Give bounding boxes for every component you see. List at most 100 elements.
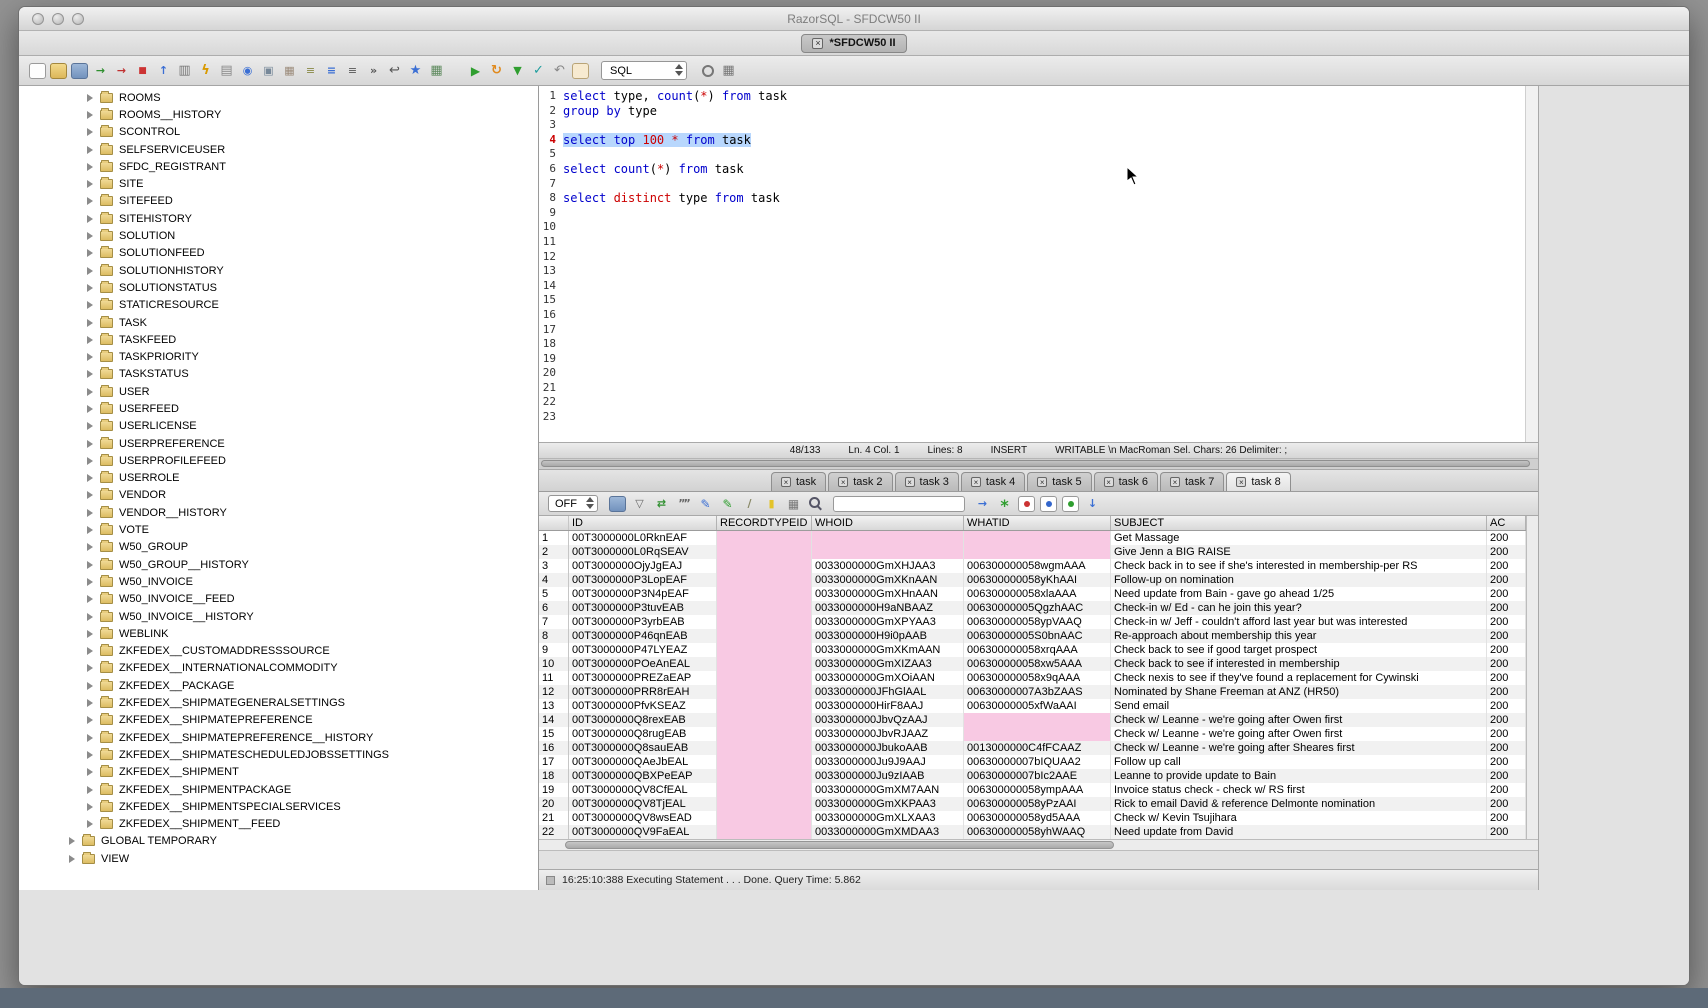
editor-line[interactable]: 12 bbox=[539, 250, 1525, 265]
align-icon[interactable] bbox=[344, 63, 361, 79]
tree-item[interactable]: STATICRESOURCE bbox=[19, 297, 538, 314]
disclosure-triangle-icon[interactable] bbox=[87, 803, 93, 811]
table-row[interactable]: 900T3000000P47LYEAZ0033000000GmXKmAAN006… bbox=[539, 643, 1526, 657]
disclosure-triangle-icon[interactable] bbox=[87, 284, 93, 292]
disclosure-triangle-icon[interactable] bbox=[87, 682, 93, 690]
table-cell[interactable]: Leanne to provide update to Bain bbox=[1111, 769, 1487, 783]
editor-line[interactable]: 14 bbox=[539, 279, 1525, 294]
disclosure-triangle-icon[interactable] bbox=[87, 543, 93, 551]
asterisk-green-icon[interactable] bbox=[996, 496, 1013, 512]
table-cell[interactable] bbox=[717, 713, 812, 727]
editor-line[interactable]: 2group by type bbox=[539, 104, 1525, 119]
save2-icon[interactable] bbox=[609, 496, 626, 512]
editor-line[interactable]: 7 bbox=[539, 177, 1525, 192]
table-cell[interactable]: 006300000058ympAAA bbox=[964, 783, 1111, 797]
disclosure-triangle-icon[interactable] bbox=[87, 768, 93, 776]
table-cell[interactable]: 006300000058yhWAAQ bbox=[964, 825, 1111, 839]
disclosure-triangle-icon[interactable] bbox=[87, 734, 93, 742]
go-arrow-icon[interactable] bbox=[974, 496, 991, 512]
disclosure-triangle-icon[interactable] bbox=[87, 457, 93, 465]
edit-grid-icon[interactable] bbox=[428, 63, 445, 79]
table-cell[interactable]: Check w/ Leanne - we're going after Owen… bbox=[1111, 713, 1487, 727]
table-cell[interactable] bbox=[717, 825, 812, 839]
table-cell[interactable] bbox=[717, 587, 812, 601]
tree-item[interactable]: ZKFEDEX__SHIPMATEPREFERENCE bbox=[19, 712, 538, 729]
table-cell[interactable]: 006300000058xw5AAA bbox=[964, 657, 1111, 671]
results-vertical-scrollbar[interactable] bbox=[1526, 516, 1538, 839]
disclosure-triangle-icon[interactable] bbox=[87, 163, 93, 171]
tree-item[interactable]: W50_INVOICE bbox=[19, 573, 538, 590]
editor-horizontal-scrollbar[interactable] bbox=[539, 459, 1538, 470]
table-row[interactable]: 1300T3000000PfvKSEAZ0033000000HirF8AAJ00… bbox=[539, 699, 1526, 713]
editor-line[interactable]: 8select distinct type from task bbox=[539, 191, 1525, 206]
table-cell[interactable]: Follow-up on nomination bbox=[1111, 573, 1487, 587]
disclosure-triangle-icon[interactable] bbox=[87, 249, 93, 257]
table-cell[interactable]: 00630000007bIQUAA2 bbox=[964, 755, 1111, 769]
editor-line[interactable]: 20 bbox=[539, 366, 1525, 381]
import-icon[interactable] bbox=[92, 63, 109, 79]
tree-item[interactable]: VIEW bbox=[19, 850, 538, 867]
tree-item[interactable]: SOLUTIONHISTORY bbox=[19, 262, 538, 279]
tree-item[interactable]: TASKSTATUS bbox=[19, 366, 538, 383]
table-cell[interactable]: 200 bbox=[1487, 545, 1526, 559]
tree-item[interactable]: ZKFEDEX__PACKAGE bbox=[19, 677, 538, 694]
table-cell[interactable]: 0033000000GmXHnAAN bbox=[812, 587, 964, 601]
disclosure-triangle-icon[interactable] bbox=[87, 595, 93, 603]
editor-line[interactable]: 15 bbox=[539, 293, 1525, 308]
table-cell[interactable]: 0033000000Ju9J9AAJ bbox=[812, 755, 964, 769]
table-cell[interactable]: 0033000000H9aNBAAZ bbox=[812, 601, 964, 615]
tree-item[interactable]: SITEFEED bbox=[19, 193, 538, 210]
tree-item[interactable]: TASKPRIORITY bbox=[19, 348, 538, 365]
table-cell[interactable] bbox=[717, 769, 812, 783]
editor-line[interactable]: 16 bbox=[539, 308, 1525, 323]
table-cell[interactable]: 00630000007A3bZAAS bbox=[964, 685, 1111, 699]
execute-lightning-icon[interactable] bbox=[197, 63, 214, 79]
table-cell[interactable] bbox=[717, 573, 812, 587]
results-search-input[interactable] bbox=[833, 496, 965, 512]
table-cell[interactable]: 00T3000000QV8TjEAL bbox=[569, 797, 717, 811]
tree-item[interactable]: USERROLE bbox=[19, 470, 538, 487]
table-row[interactable]: 1400T3000000Q8rexEAB0033000000JbvQzAAJCh… bbox=[539, 713, 1526, 727]
table-row[interactable]: 1000T3000000POeAnEAL0033000000GmXIZAA300… bbox=[539, 657, 1526, 671]
table-cell[interactable]: Check-in w/ Jeff - couldn't afford last … bbox=[1111, 615, 1487, 629]
table-cell[interactable]: 200 bbox=[1487, 671, 1526, 685]
tree-item[interactable]: ZKFEDEX__SHIPMENTPACKAGE bbox=[19, 781, 538, 798]
table-cell[interactable]: Check back to see if interested in membe… bbox=[1111, 657, 1487, 671]
undo-icon[interactable] bbox=[551, 63, 568, 79]
table-cell[interactable]: 200 bbox=[1487, 615, 1526, 629]
disclosure-triangle-icon[interactable] bbox=[87, 786, 93, 794]
export-green-icon[interactable] bbox=[1062, 496, 1079, 512]
table-row[interactable]: 800T3000000P46qnEAB0033000000H9i0pAAB006… bbox=[539, 629, 1526, 643]
table-cell[interactable] bbox=[717, 629, 812, 643]
table-cell[interactable]: 200 bbox=[1487, 629, 1526, 643]
table-row[interactable]: 700T3000000P3yrbEAB0033000000GmXPYAA3006… bbox=[539, 615, 1526, 629]
table-cell[interactable]: Follow up call bbox=[1111, 755, 1487, 769]
table-cell[interactable]: 00T3000000PRR8rEAH bbox=[569, 685, 717, 699]
tree-item[interactable]: SOLUTION bbox=[19, 227, 538, 244]
disclosure-triangle-icon[interactable] bbox=[87, 647, 93, 655]
tree-item[interactable]: VENDOR bbox=[19, 487, 538, 504]
close-tab-icon[interactable] bbox=[1170, 477, 1180, 487]
disclosure-triangle-icon[interactable] bbox=[69, 855, 75, 863]
disclosure-triangle-icon[interactable] bbox=[87, 474, 93, 482]
tree-item[interactable]: ZKFEDEX__INTERNATIONALCOMMODITY bbox=[19, 660, 538, 677]
table-cell[interactable]: 0033000000JbvQzAAJ bbox=[812, 713, 964, 727]
column-header-ac[interactable]: AC bbox=[1487, 516, 1526, 530]
pencil-green-icon[interactable] bbox=[719, 496, 736, 512]
table-cell[interactable]: Invoice status check - check w/ RS first bbox=[1111, 783, 1487, 797]
editor-line[interactable]: 13 bbox=[539, 264, 1525, 279]
new-file-icon[interactable] bbox=[29, 63, 46, 79]
table-cell[interactable]: 200 bbox=[1487, 811, 1526, 825]
table-cell[interactable]: Send email bbox=[1111, 699, 1487, 713]
table-cell[interactable]: 0033000000GmXLXAA3 bbox=[812, 811, 964, 825]
table-cell[interactable]: 0033000000Ju9zIAAB bbox=[812, 769, 964, 783]
result-tab-task-5[interactable]: task 5 bbox=[1027, 472, 1091, 491]
table-cell[interactable]: Check w/ Leanne - we're going after Shea… bbox=[1111, 741, 1487, 755]
copy-icon[interactable] bbox=[260, 63, 277, 79]
table-cell[interactable] bbox=[717, 601, 812, 615]
disclosure-triangle-icon[interactable] bbox=[69, 837, 75, 845]
tree-item[interactable]: TASKFEED bbox=[19, 331, 538, 348]
tree-item[interactable]: GLOBAL TEMPORARY bbox=[19, 833, 538, 850]
table-cell[interactable]: Give Jenn a BIG RAISE bbox=[1111, 545, 1487, 559]
editor-vertical-scrollbar[interactable] bbox=[1525, 86, 1538, 442]
